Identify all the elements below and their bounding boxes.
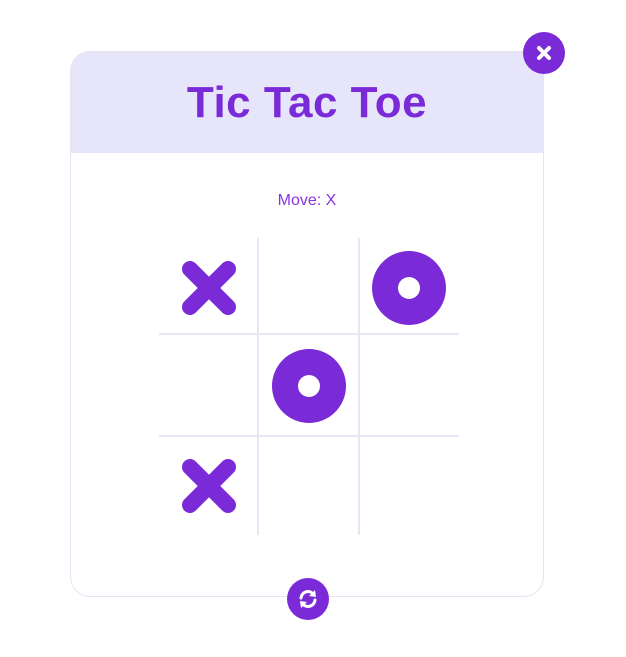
o-mark-icon bbox=[272, 348, 346, 423]
game-card: Tic Tac Toe Move: X bbox=[70, 51, 544, 597]
board-cell-6[interactable] bbox=[159, 436, 259, 535]
board-cell-3[interactable] bbox=[159, 336, 259, 435]
board-cell-1[interactable] bbox=[259, 238, 359, 337]
refresh-icon bbox=[299, 590, 317, 608]
x-mark-icon bbox=[182, 458, 236, 513]
board-cell-4[interactable] bbox=[259, 336, 359, 435]
board-cell-5[interactable] bbox=[359, 336, 459, 435]
board-cell-8[interactable] bbox=[359, 436, 459, 535]
game-stage: Tic Tac Toe Move: X bbox=[0, 0, 626, 657]
move-status: Move: X bbox=[277, 192, 337, 209]
game-board bbox=[159, 238, 459, 535]
game-title: Tic Tac Toe bbox=[186, 77, 428, 127]
card-header: Tic Tac Toe bbox=[71, 52, 543, 153]
board-cell-0[interactable] bbox=[159, 238, 259, 337]
o-mark-icon bbox=[372, 250, 446, 325]
close-button[interactable] bbox=[523, 32, 565, 74]
board-cell-7[interactable] bbox=[259, 436, 359, 535]
board-cell-2[interactable] bbox=[359, 238, 459, 337]
reset-button[interactable] bbox=[287, 578, 329, 620]
x-mark-icon bbox=[182, 260, 236, 315]
close-icon bbox=[537, 46, 551, 60]
